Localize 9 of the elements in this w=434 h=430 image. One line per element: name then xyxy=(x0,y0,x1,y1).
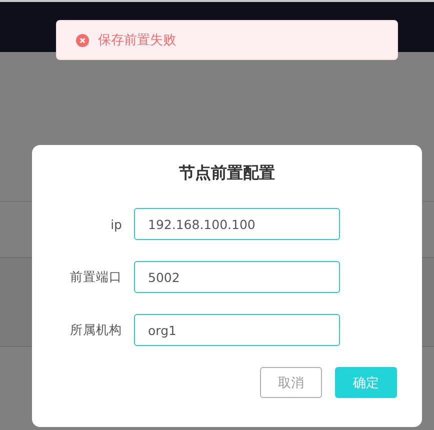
input-field[interactable]: 192.168.100.100 xyxy=(134,208,340,240)
error-message: 保存前置失败 xyxy=(98,32,176,49)
input-field[interactable]: 5002 xyxy=(134,261,340,293)
dialog-title: 节点前置配置 xyxy=(179,163,275,183)
field-label: ip xyxy=(110,216,123,232)
field-label: 前置端口 xyxy=(69,268,123,286)
error-icon xyxy=(76,34,89,46)
field-label: 所属机构 xyxy=(69,322,123,338)
input-field[interactable]: org1 xyxy=(134,314,340,346)
